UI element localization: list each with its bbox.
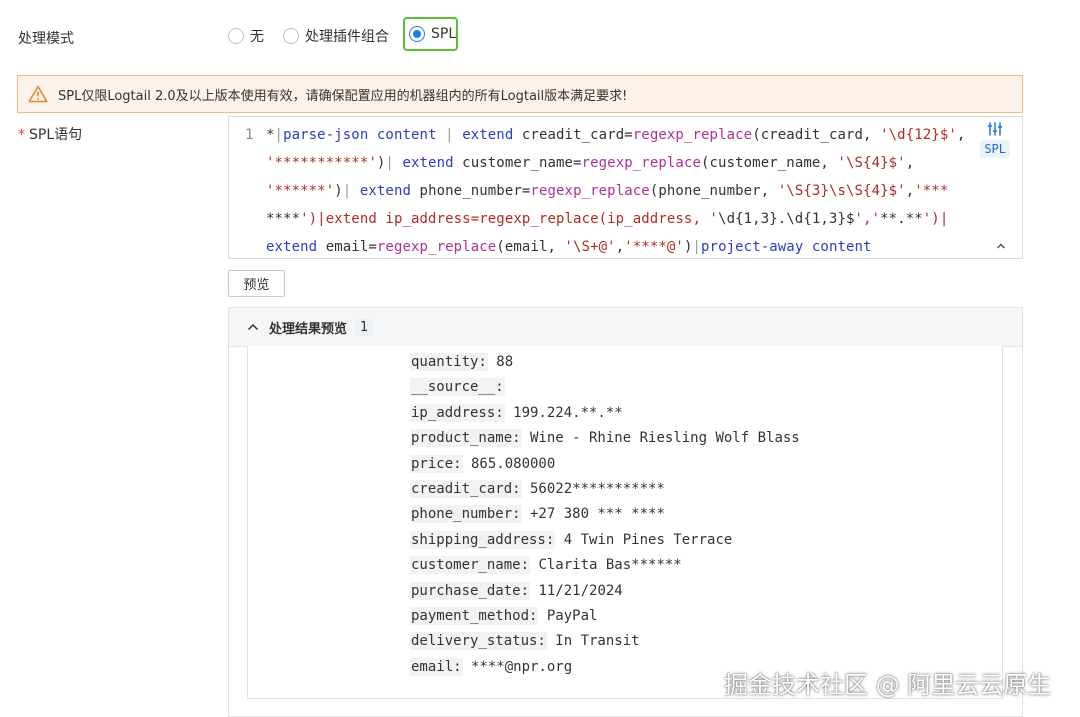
- result-field-key: payment_method:: [410, 607, 539, 625]
- radio-plugin-label: 处理插件组合: [305, 29, 389, 45]
- collapse-caret-icon[interactable]: [996, 239, 1006, 253]
- preview-button[interactable]: 预览: [228, 270, 285, 297]
- result-field-row: ip_address: 199.224.**.**: [410, 403, 623, 422]
- result-preview-panel: 处理结果预览 1 quantity: 88 __source__: ip_addre…: [228, 307, 1023, 717]
- format-settings-icon[interactable]: [987, 121, 1003, 137]
- result-field-row: phone_number: +27 380 *** ****: [410, 505, 665, 524]
- result-field-key: delivery_status:: [410, 632, 547, 651]
- result-log-body: quantity: 88 __source__: ip_address: 199.2…: [247, 346, 1003, 699]
- radio-circle[interactable]: [283, 28, 299, 44]
- result-field-value: 11/21/2024: [530, 582, 623, 599]
- result-field-value: 865.080000: [462, 455, 556, 472]
- result-field-row: payment_method: PayPal: [410, 607, 598, 625]
- warning-banner: SPL仅限Logtail 2.0及以上版本使用有效，请确保配置应用的机器组内的所…: [17, 75, 1023, 113]
- result-field-value: 56022***********: [521, 481, 665, 497]
- code-line-1[interactable]: *|parse-json content | extend creadit_ca…: [266, 127, 965, 143]
- result-field-key: price:: [410, 454, 463, 473]
- result-field-row: price: 865.080000: [410, 454, 556, 473]
- code-line-2[interactable]: '***********')| extend customer_name=reg…: [266, 155, 914, 171]
- result-field-row: purchase_date: 11/21/2024: [410, 581, 623, 600]
- result-field-row: shipping_address: 4 Twin Pines Terrace: [410, 530, 733, 549]
- result-field-value: +27 380 *** ****: [521, 506, 665, 523]
- radio-spl[interactable]: SPL: [409, 26, 456, 42]
- radio-spl-label: SPL: [431, 26, 457, 42]
- code-line-3[interactable]: '******')| extend phone_number=regexp_re…: [266, 183, 948, 199]
- result-field-row: creadit_card: 56022***********: [410, 480, 665, 498]
- result-field-value: Wine - Rhine Riesling Wolf Blass: [521, 430, 800, 447]
- spl-statement-label: * SPL语句: [18, 124, 82, 144]
- result-field-key: creadit_card:: [410, 480, 522, 498]
- spl-code-editor[interactable]: 1 *|parse-json content | extend creadit_…: [228, 116, 1023, 259]
- result-field-key: customer_name:: [410, 556, 531, 575]
- result-field-key: quantity:: [410, 353, 488, 371]
- radio-none-label: 无: [250, 29, 264, 45]
- radio-circle-checked[interactable]: [409, 26, 425, 42]
- spl-label-text: SPL语句: [29, 127, 83, 143]
- result-field-row: email: ****@npr.org: [410, 657, 573, 676]
- watermark-text: 掘金技术社区 @ 阿里云云原生: [724, 671, 1052, 699]
- result-field-row: customer_name: Clarita Bas******: [410, 556, 682, 575]
- result-field-value: Clarita Bas******: [530, 557, 682, 574]
- result-field-key: shipping_address:: [410, 530, 556, 549]
- result-field-value: ****@npr.org: [462, 658, 573, 675]
- result-field-value: 4 Twin Pines Terrace: [555, 531, 733, 548]
- result-field-value: 88: [487, 354, 514, 370]
- result-field-row: __source__:: [410, 378, 505, 397]
- result-field-key: __source__:: [410, 378, 505, 397]
- result-count-badge: 1: [355, 318, 374, 336]
- result-preview-title: 处理结果预览: [269, 321, 348, 337]
- warning-text: SPL仅限Logtail 2.0及以上版本使用有效，请确保配置应用的机器组内的所…: [58, 88, 628, 104]
- editor-tools: SPL: [980, 121, 1010, 158]
- warning-triangle-icon: [28, 85, 48, 103]
- result-field-value: 199.224.**.**: [504, 404, 623, 421]
- result-field-row: delivery_status: In Transit: [410, 632, 640, 651]
- radio-none[interactable]: 无: [228, 26, 264, 46]
- code-line-5[interactable]: extend email=regexp_replace(email, '\S+@…: [266, 239, 872, 255]
- result-preview-header[interactable]: 处理结果预览 1: [229, 308, 1022, 347]
- processing-mode-label: 处理模式: [18, 31, 74, 47]
- result-field-key: product_name:: [410, 429, 522, 448]
- line-number: 1: [245, 127, 254, 143]
- result-field-row: product_name: Wine - Rhine Riesling Wolf…: [410, 429, 800, 448]
- result-field-value: PayPal: [538, 608, 598, 624]
- radio-circle[interactable]: [228, 28, 244, 44]
- result-field-row: quantity: 88: [410, 353, 514, 371]
- chevron-up-icon[interactable]: [247, 320, 259, 335]
- result-field-key: purchase_date:: [410, 581, 531, 600]
- result-field-key: phone_number:: [410, 505, 522, 524]
- result-field-value: In Transit: [546, 633, 640, 650]
- radio-plugin-combination[interactable]: 处理插件组合: [283, 26, 389, 46]
- code-line-4[interactable]: ****')|extend ip_address=regexp_replace(…: [266, 211, 948, 227]
- required-mark: *: [18, 127, 25, 143]
- result-field-key: ip_address:: [410, 403, 505, 422]
- spl-language-badge[interactable]: SPL: [980, 140, 1010, 158]
- result-field-key: email:: [410, 657, 463, 676]
